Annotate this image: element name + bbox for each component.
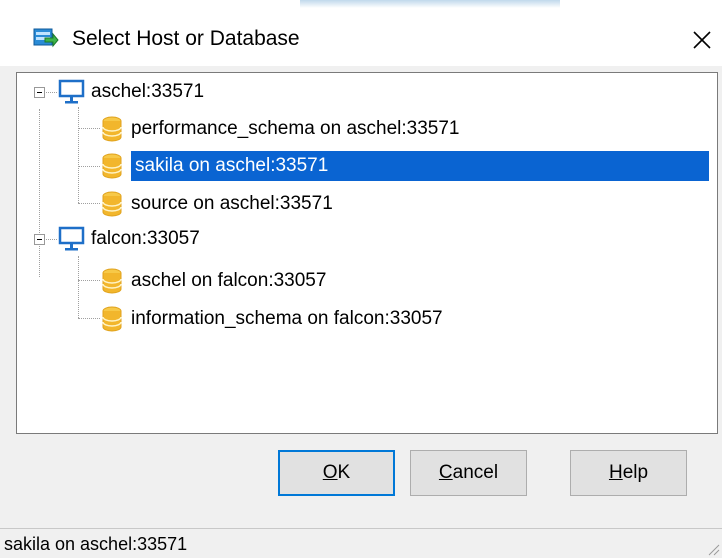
- tree-database-item[interactable]: aschel on falcon:33057: [101, 263, 330, 299]
- help-button[interactable]: Help: [570, 450, 687, 496]
- dialog-title: Select Host or Database: [72, 27, 300, 50]
- tree-connector: [39, 109, 40, 277]
- close-icon[interactable]: [686, 22, 716, 54]
- tree-database-item[interactable]: information_schema on falcon:33057: [101, 301, 447, 337]
- tree-connector: [78, 166, 100, 167]
- database-icon: [102, 153, 122, 179]
- resize-grip-icon[interactable]: [706, 542, 720, 556]
- background-window-edge: [300, 0, 560, 8]
- cancel-button[interactable]: Cancel: [410, 450, 527, 496]
- ok-button[interactable]: OK: [278, 450, 395, 496]
- help-label-rest: elp: [622, 462, 649, 483]
- database-icon: [102, 191, 122, 217]
- cancel-mnemonic: C: [438, 462, 453, 483]
- title-bar[interactable]: Select Host or Database: [0, 12, 722, 66]
- tree-item-label: performance_schema on aschel:33571: [131, 118, 460, 139]
- ok-mnemonic: O: [322, 462, 338, 483]
- tree-database-item[interactable]: sakila on aschel:33571: [101, 148, 709, 184]
- database-select-icon: [33, 28, 59, 48]
- tree-item-label: aschel:33571: [91, 81, 205, 102]
- database-icon: [102, 116, 122, 142]
- tree-connector: [78, 256, 79, 318]
- tree-connector: [78, 318, 100, 319]
- tree-item-label: sakila on aschel:33571: [131, 151, 709, 181]
- tree-database-item[interactable]: performance_schema on aschel:33571: [101, 111, 463, 147]
- select-host-dialog: Select Host or Database aschel:33571 per…: [0, 12, 722, 558]
- dialog-body: aschel:33571 performance_schema on asche…: [0, 66, 722, 544]
- database-icon: [102, 306, 122, 332]
- tree-connector: [78, 203, 100, 204]
- tree-connector: [78, 128, 100, 129]
- tree-connector: [78, 107, 79, 203]
- collapse-toggle[interactable]: [34, 234, 45, 245]
- help-mnemonic: H: [608, 462, 623, 483]
- tree-connector: [78, 280, 100, 281]
- status-bar: sakila on aschel:33571: [0, 528, 722, 558]
- host-database-tree[interactable]: aschel:33571 performance_schema on asche…: [16, 72, 718, 434]
- monitor-icon: [58, 79, 85, 104]
- tree-item-label: falcon:33057: [91, 228, 200, 249]
- tree-item-label: aschel on falcon:33057: [131, 270, 327, 291]
- collapse-toggle[interactable]: [34, 87, 45, 98]
- status-text: sakila on aschel:33571: [4, 534, 188, 554]
- monitor-icon: [58, 226, 85, 251]
- tree-item-label: source on aschel:33571: [131, 193, 333, 214]
- database-icon: [102, 268, 122, 294]
- tree-host-item[interactable]: aschel:33571: [57, 74, 208, 110]
- tree-host-item[interactable]: falcon:33057: [57, 221, 204, 257]
- cancel-label-rest: ancel: [452, 462, 499, 483]
- tree-database-item[interactable]: source on aschel:33571: [101, 186, 337, 222]
- ok-label-rest: K: [337, 462, 351, 483]
- tree-item-label: information_schema on falcon:33057: [131, 308, 443, 329]
